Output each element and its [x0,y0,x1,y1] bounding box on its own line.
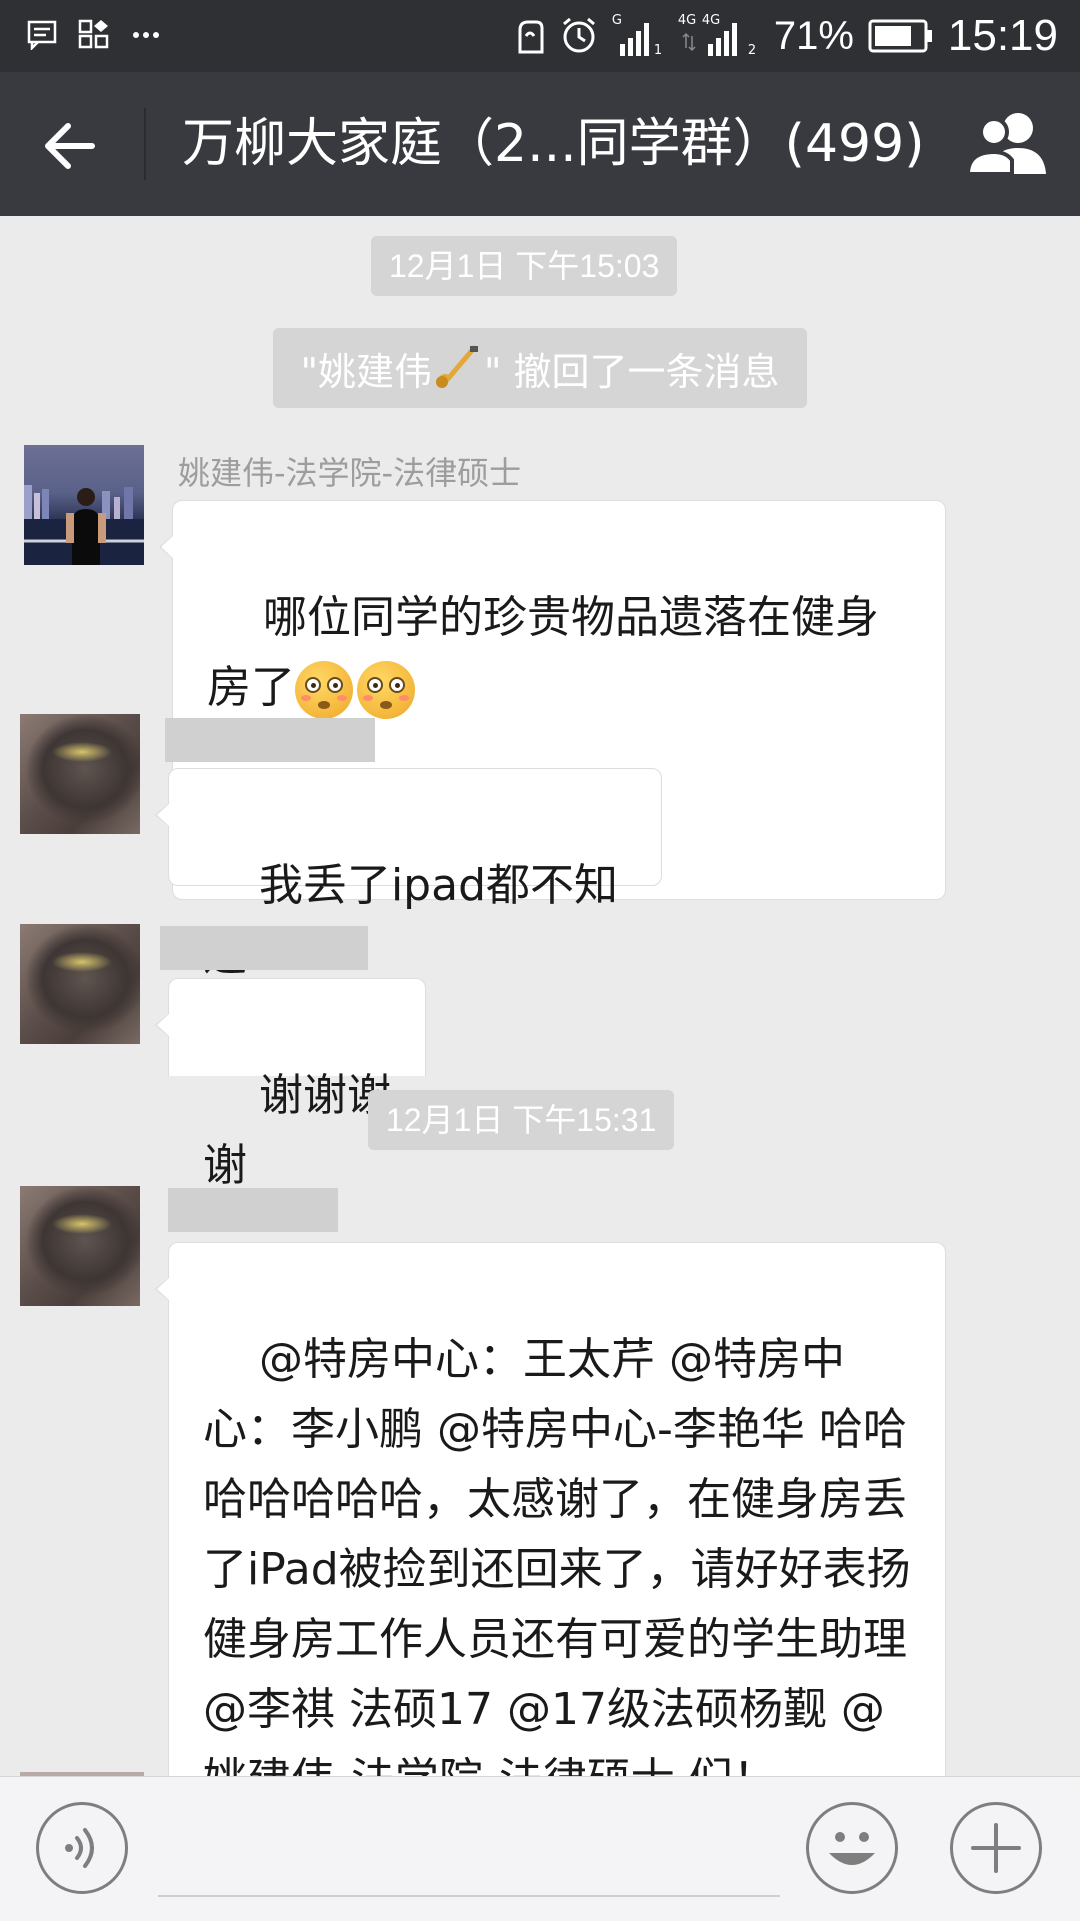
message-bubble[interactable]: @特房中心：王太芹 @特房中心：李小鹏 @特房中心-李艳华 哈哈哈哈哈哈哈，太感… [155,1242,946,1776]
input-bar [0,1776,1080,1921]
plus-icon [971,1823,1021,1873]
more-notifications-icon [133,32,159,38]
more-actions-button[interactable] [950,1802,1042,1894]
message-list[interactable]: 12月1日 下午15:03 "姚建伟 " 撤回了一条消息 姚建伟-法学院-法律硕… [0,216,1080,1776]
alarm-clock-icon [562,17,595,53]
battery-percent: 71% [773,13,854,58]
saxophone-emoji-icon [435,345,478,388]
timestamp-badge: 12月1日 下午15:03 [371,236,678,296]
apps-notification-icon [78,19,109,49]
sender-name: 姚建伟-法学院-法律硕士 [178,454,522,492]
back-arrow-icon[interactable] [42,116,102,176]
group-members-icon[interactable] [966,110,1050,178]
data-arrows-icon [682,32,696,52]
flushed-face-emoji-icon [295,661,353,719]
battery-icon [868,19,932,53]
nfc-icon [518,20,544,54]
message-input[interactable] [158,1895,780,1897]
signal-2-icon: 4G 4G 2 [678,14,760,58]
emoji-icon [829,1832,875,1865]
avatar[interactable] [20,924,140,1044]
message-text: 谢谢谢谢 [203,1070,391,1191]
sender-name-redacted [168,1188,338,1232]
recall-notice-suffix: " 撤回了一条消息 [483,349,780,394]
voice-input-button[interactable] [36,1802,128,1894]
status-bar: G 1 4G 4G 2 71% 15:19 [0,0,1080,72]
avatar[interactable] [20,714,140,834]
message-bubble[interactable]: 谢谢谢谢 [155,978,426,1191]
avatar[interactable] [20,1186,140,1306]
sim-slot-2: 2 [747,43,757,58]
network-type-2: 4G [677,13,697,28]
avatar-photo [24,485,144,565]
status-left-icons [26,18,160,50]
chat-header: 万柳大家庭（2...同学群）(499) [0,72,1080,216]
recall-notice: "姚建伟 " 撤回了一条消息 [273,328,807,408]
voice-input-icon [65,1828,94,1868]
recall-notice-prefix: "姚建伟 [300,349,432,394]
emoji-button[interactable] [806,1802,898,1894]
avatar[interactable] [24,445,144,565]
sender-name-redacted [160,926,368,970]
flushed-face-emoji-icon [357,661,415,719]
message-text: @特房中心：王太芹 @特房中心：李小鹏 @特房中心-李艳华 哈哈哈哈哈哈哈，太感… [203,1334,911,1776]
sim-slot-1: 1 [653,43,663,58]
message-notification-icon [27,20,57,50]
status-right-icons: G 1 4G 4G 2 71% 15:19 [514,10,1058,62]
signal-1-icon: G 1 [612,14,664,58]
timestamp-badge: 12月1日 下午15:31 [368,1090,675,1150]
sender-name-redacted [165,718,375,762]
header-divider [144,108,146,180]
chat-title: 万柳大家庭（2...同学群）(499) [182,114,925,174]
clock-time: 15:19 [947,11,1058,60]
message-bubble[interactable]: 我丢了ipad都不知道 [155,768,662,981]
